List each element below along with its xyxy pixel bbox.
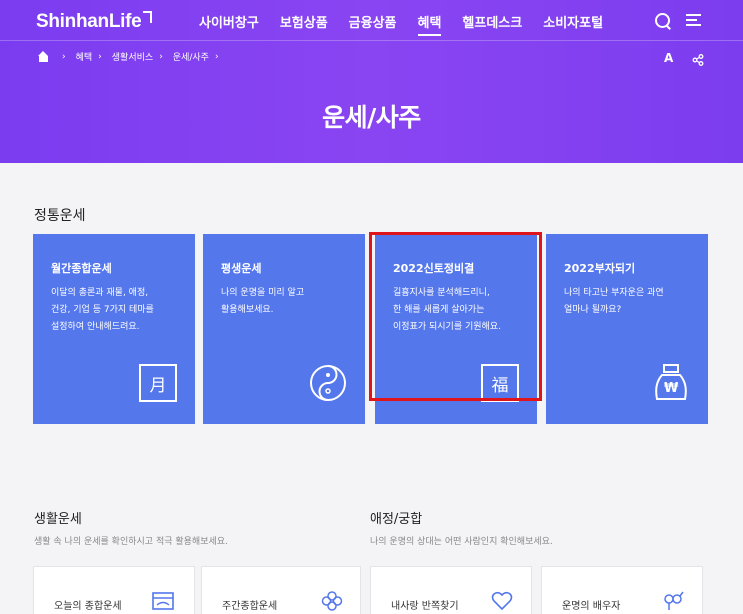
font-size-icon[interactable]: A (664, 51, 673, 65)
card-title: 2022신토정비결 (393, 262, 475, 275)
share-icon[interactable] (692, 51, 704, 66)
card-destined-spouse[interactable]: 운명의 배우자 (541, 566, 703, 614)
clover-icon (321, 591, 343, 611)
home-icon[interactable] (38, 50, 49, 62)
section-title-love: 애정/궁합 (370, 512, 423, 527)
card-desc: 길흉지사를 분석해드리니, 한 해를 새롭게 살아가는 이정표가 되시기를 기원… (393, 288, 501, 332)
section-subtitle-love: 나의 운명의 상대는 어떤 사람인지 확인해보세요. (370, 537, 553, 547)
won-sign-label: ₩ (664, 381, 679, 396)
couple-symbol-icon (662, 591, 684, 611)
breadcrumb: › 혜택 › 생활서비스 › 운세/사주 › (38, 50, 229, 63)
nav-insurance[interactable]: 보험상품 (280, 12, 328, 31)
card-become-rich[interactable]: 2022부자되기 나의 타고난 부자운은 과연 얼마나 될까요? ₩ (546, 234, 708, 424)
page-title: 운세/사주 (322, 103, 421, 132)
nav-cyber-counter[interactable]: 사이버창구 (199, 12, 259, 31)
nav-finance[interactable]: 금융상품 (349, 12, 397, 31)
logo-mark-icon (143, 11, 153, 23)
fortune-character-icon: 福 (481, 364, 519, 402)
nav-benefits[interactable]: 혜택 (417, 12, 441, 36)
card-desc: 이달의 총론과 재물, 애정, 건강, 기업 등 7가지 테마를 설정하여 안내… (51, 288, 154, 332)
chevron-right-icon: › (62, 51, 66, 62)
card-desc: 나의 타고난 부자운은 과연 얼마나 될까요? (564, 288, 664, 315)
moon-character-icon: 月 (139, 364, 177, 402)
hamburger-menu-icon[interactable] (686, 14, 701, 26)
card-monthly-fortune[interactable]: 월간종합운세 이달의 총론과 재물, 애정, 건강, 기업 등 7가지 테마를 … (33, 234, 195, 424)
section-title-traditional: 정통운세 (34, 208, 86, 224)
nav-helpdesk[interactable]: 헬프데스크 (462, 12, 522, 31)
card-label: 주간종합운세 (222, 601, 278, 612)
card-label: 내사랑 반쪽찾기 (391, 601, 459, 612)
section-subtitle-life: 생활 속 나의 운세를 확인하시고 적극 활용해보세요. (34, 537, 228, 547)
yin-yang-icon (309, 364, 347, 402)
card-tojeong-bigyeol[interactable]: 2022신토정비결 길흉지사를 분석해드리니, 한 해를 새롭게 살아가는 이정… (375, 234, 537, 424)
breadcrumb-benefits[interactable]: 혜택 (76, 50, 93, 63)
card-label: 오늘의 종합운세 (54, 601, 122, 612)
chevron-right-icon: › (214, 51, 219, 62)
card-desc: 나의 운명을 미리 알고 활용해보세요. (221, 288, 305, 315)
card-find-soulmate[interactable]: 내사랑 반쪽찾기 (370, 566, 532, 614)
hero-banner: ShinhanLife 사이버창구 보험상품 금융상품 혜택 헬프데스크 소비자… (0, 0, 743, 163)
search-icon[interactable] (655, 13, 671, 29)
card-label: 운명의 배우자 (562, 601, 621, 612)
card-title: 월간종합운세 (51, 262, 112, 275)
heart-icon (491, 591, 513, 611)
breadcrumb-life-service[interactable]: 생활서비스 (112, 50, 153, 63)
main-nav: 사이버창구 보험상품 금융상품 혜택 헬프데스크 소비자포털 (199, 12, 624, 36)
header-divider (0, 40, 743, 41)
card-lifetime-fortune[interactable]: 평생운세 나의 운명을 미리 알고 활용해보세요. (203, 234, 365, 424)
card-title: 2022부자되기 (564, 262, 636, 275)
section-title-life: 생활운세 (34, 512, 82, 527)
chevron-right-icon: › (98, 51, 102, 62)
calendar-icon (152, 591, 174, 611)
breadcrumb-fortune[interactable]: 운세/사주 (173, 50, 209, 63)
card-today-fortune[interactable]: 오늘의 종합운세 (33, 566, 195, 614)
shinhan-life-logo[interactable]: ShinhanLife (36, 11, 153, 33)
nav-consumer-portal[interactable]: 소비자포털 (543, 12, 603, 31)
chevron-right-icon: › (159, 51, 163, 62)
card-title: 평생운세 (221, 262, 262, 275)
card-weekly-fortune[interactable]: 주간종합운세 (201, 566, 361, 614)
money-bag-icon: ₩ (652, 364, 690, 402)
